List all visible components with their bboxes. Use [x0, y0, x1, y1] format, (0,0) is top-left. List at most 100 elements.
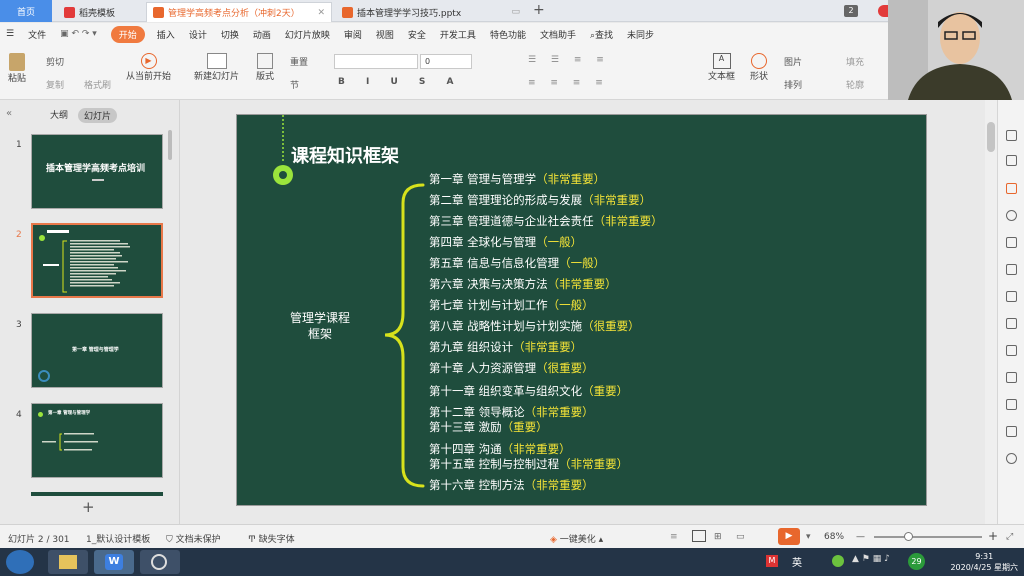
tab-doc-2[interactable]: 插本管理学学习技巧.pptx ▭ [336, 2, 526, 22]
zoom-slider-thumb[interactable] [904, 532, 913, 541]
font-family-select[interactable] [334, 54, 418, 69]
tab-docer[interactable]: 稻壳模板 [58, 2, 140, 22]
copy-button[interactable]: 复制 [46, 78, 64, 91]
tray-app-icon[interactable] [832, 555, 844, 567]
menu-design[interactable]: 设计 [189, 28, 207, 41]
missing-font-status[interactable]: Ͳ 缺失字体 [248, 532, 295, 545]
grid-icon[interactable] [1006, 264, 1017, 275]
notes-icon[interactable]: ≡ [670, 532, 678, 542]
export-icon[interactable] [1006, 372, 1017, 383]
reset-button[interactable]: 重置 [290, 55, 308, 68]
slide-thumbnail-2[interactable] [31, 223, 163, 298]
slide-thumbnail-3[interactable]: 第一章 管理与管理学 [31, 313, 163, 388]
start-button[interactable] [6, 550, 34, 574]
reading-view-icon[interactable]: ▭ [736, 532, 745, 542]
zoom-out-button[interactable]: — [856, 532, 865, 542]
chapter-name: 第六章 决策与决策方法 [429, 277, 548, 291]
section-button[interactable]: 节 [290, 78, 299, 91]
add-slide-button[interactable]: + [82, 498, 95, 516]
layout-label: 版式 [256, 72, 275, 82]
fill-button[interactable]: 填充 [846, 55, 864, 68]
zoom-level[interactable]: 68% [824, 532, 844, 542]
tray-icons[interactable]: ▲ ⚑ ▦ ♪ [852, 554, 890, 564]
new-tab-button[interactable]: + [533, 2, 545, 18]
menu-sync[interactable]: 未同步 [627, 28, 654, 41]
menu-file[interactable]: 文件 [28, 28, 46, 41]
table-icon[interactable] [1006, 318, 1017, 329]
textbox-button[interactable]: A 文本框 [708, 53, 735, 82]
animation-icon[interactable] [1006, 237, 1017, 248]
picture-button[interactable]: 图片 [784, 55, 802, 68]
window-count-badge[interactable]: 2 [844, 5, 858, 17]
template-icon[interactable] [1006, 183, 1017, 194]
paste-button[interactable]: 粘贴 [8, 53, 26, 84]
menu-review[interactable]: 审阅 [344, 28, 362, 41]
ime-icon[interactable]: M [766, 555, 778, 567]
collapse-panel-icon[interactable]: « [6, 108, 12, 119]
slide-thumbnail-1[interactable]: 插本管理学高频考点培训 [31, 134, 163, 209]
panel-scrollbar[interactable] [168, 130, 172, 160]
shape-button[interactable]: 形状 [750, 53, 768, 82]
fit-window-icon[interactable]: ⤢ [1006, 532, 1013, 542]
menu-search[interactable]: ⌕查找 [590, 28, 613, 41]
text-format-buttons[interactable]: B I U S A [338, 77, 463, 87]
paragraph-buttons[interactable]: ☰ ☰ ≡ ≡ [528, 55, 610, 65]
file-explorer-button[interactable] [48, 550, 88, 574]
menu-home[interactable]: 开始 [110, 25, 145, 43]
play-from-current-button[interactable]: ▶ 从当前开始 [126, 53, 171, 82]
layout-button[interactable]: 版式 [256, 53, 274, 82]
backup-icon[interactable] [1006, 399, 1017, 410]
monitor-icon[interactable]: ▭ [511, 7, 520, 17]
menu-icon[interactable]: ☰ [6, 29, 14, 39]
menu-features[interactable]: 特色功能 [490, 28, 526, 41]
clipboard-icon [9, 53, 25, 71]
image-icon[interactable] [1006, 426, 1017, 437]
slide-thumbnail-5-partial[interactable] [31, 492, 163, 496]
protection-status[interactable]: ⛉ 文档未保护 [166, 532, 221, 545]
tab-home[interactable]: 首页 [0, 0, 52, 22]
current-slide[interactable]: 课程知识框架 管理学课程 框架 第一章 管理与管理学（非常重要） 第二章 管理理… [236, 114, 927, 506]
beautify-button[interactable]: ◈ 一键美化 ▴ [550, 532, 603, 545]
wps-button[interactable]: W [94, 550, 134, 574]
tab-active-doc[interactable]: 管理学高频考点分析（冲刺2天） ✕ [146, 2, 332, 22]
canvas-scrollbar[interactable] [985, 100, 997, 524]
close-icon[interactable]: ✕ [317, 8, 325, 18]
menu-security[interactable]: 安全 [408, 28, 426, 41]
slideshow-play-button[interactable]: ▶ [778, 528, 800, 545]
quick-tools-icon[interactable]: ▣ ↶ ↷ ▾ [60, 29, 97, 39]
menu-view[interactable]: 视图 [376, 28, 394, 41]
tab-slides[interactable]: 幻灯片 [78, 108, 118, 123]
format-painter-button[interactable]: 格式刷 [84, 78, 111, 91]
font-size-select[interactable]: 0 [420, 54, 472, 69]
normal-view-icon[interactable] [692, 530, 706, 542]
system-clock[interactable]: 9:31 2020/4/25 星期六 [950, 551, 1018, 573]
new-slide-button[interactable]: 新建幻灯片 [194, 53, 239, 82]
arrange-button[interactable]: 排列 [784, 78, 802, 91]
menu-slideshow[interactable]: 幻灯片放映 [285, 28, 330, 41]
copy-icon[interactable] [1006, 155, 1017, 166]
ime-language[interactable]: 英 [792, 554, 802, 569]
slide-thumbnail-4[interactable]: 第一章 管理与管理学 [31, 403, 163, 478]
slideshow-menu-icon[interactable]: ▾ [806, 532, 811, 542]
avatar-icon[interactable] [878, 5, 888, 17]
scroll-thumb[interactable] [987, 122, 995, 152]
chart-icon[interactable] [1006, 291, 1017, 302]
menu-animation[interactable]: 动画 [253, 28, 271, 41]
property-icon[interactable] [1006, 130, 1017, 141]
recorder-button[interactable] [140, 550, 180, 574]
tab-outline[interactable]: 大纲 [50, 108, 68, 123]
menu-assistant[interactable]: 文档助手 [540, 28, 576, 41]
align-buttons[interactable]: ≡ ≡ ≡ ≡ [528, 78, 609, 88]
document-icon[interactable] [1006, 345, 1017, 356]
cut-button[interactable]: 剪切 [46, 55, 64, 68]
zoom-in-button[interactable]: + [988, 529, 998, 543]
menu-insert[interactable]: 插入 [157, 28, 175, 41]
menu-developer[interactable]: 开发工具 [440, 28, 476, 41]
menu-transition[interactable]: 切换 [221, 28, 239, 41]
help-icon[interactable] [1006, 453, 1017, 464]
zoom-slider[interactable] [874, 532, 982, 541]
sorter-view-icon[interactable]: ⊞ [714, 532, 722, 542]
outline-button[interactable]: 轮廓 [846, 78, 864, 91]
location-icon[interactable] [1006, 210, 1017, 221]
notification-badge[interactable]: 29 [908, 553, 925, 570]
